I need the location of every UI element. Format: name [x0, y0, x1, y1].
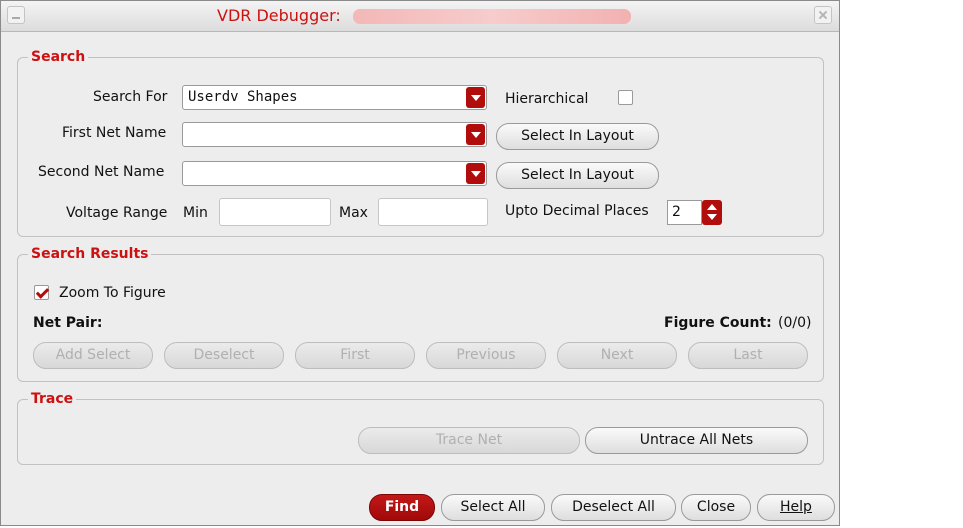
net-pair-label: Net Pair:	[33, 315, 103, 331]
deselect-all-button[interactable]: Deselect All	[551, 494, 676, 521]
min-label: Min	[183, 205, 208, 221]
find-button[interactable]: Find	[369, 494, 435, 521]
redacted-title-region	[353, 9, 631, 24]
dropdown-arrow-icon[interactable]	[466, 87, 485, 108]
hierarchical-label: Hierarchical	[505, 91, 589, 107]
previous-button[interactable]: Previous	[426, 342, 546, 369]
hierarchical-checkbox[interactable]	[618, 90, 633, 105]
first-net-label: First Net Name	[62, 125, 167, 141]
last-button[interactable]: Last	[688, 342, 808, 369]
untrace-all-nets-button[interactable]: Untrace All Nets	[585, 427, 808, 454]
second-net-select-in-layout-button[interactable]: Select In Layout	[496, 162, 659, 189]
second-net-label: Second Net Name	[38, 164, 165, 180]
min-voltage-input[interactable]	[219, 198, 331, 226]
add-select-button[interactable]: Add Select	[33, 342, 153, 369]
search-for-combo[interactable]: Userdv Shapes	[182, 85, 487, 110]
second-net-combo[interactable]	[182, 161, 487, 186]
select-all-button[interactable]: Select All	[441, 494, 545, 521]
search-for-label: Search For	[93, 89, 168, 105]
decimal-places-label: Upto Decimal Places	[505, 203, 649, 219]
trace-legend: Trace	[28, 390, 77, 408]
vdr-debugger-window: VDR Debugger: Search Search For Userdv S…	[0, 0, 840, 526]
max-voltage-input[interactable]	[378, 198, 488, 226]
dropdown-arrow-icon[interactable]	[466, 163, 485, 184]
first-button[interactable]: First	[295, 342, 415, 369]
title-bar[interactable]: VDR Debugger:	[1, 1, 839, 32]
minimize-icon[interactable]	[7, 6, 25, 24]
zoom-to-figure-label: Zoom To Figure	[59, 285, 166, 301]
spinner-arrows-icon[interactable]	[702, 200, 722, 225]
window-title: VDR Debugger:	[217, 6, 341, 25]
next-button[interactable]: Next	[557, 342, 677, 369]
close-window-icon[interactable]	[814, 6, 832, 24]
search-results-legend: Search Results	[28, 245, 152, 263]
figure-count-value: (0/0)	[778, 315, 812, 331]
first-net-combo[interactable]	[182, 122, 487, 147]
decimal-places-value: 2	[672, 204, 681, 220]
dropdown-arrow-icon[interactable]	[466, 124, 485, 145]
decimal-places-field[interactable]: 2	[667, 200, 702, 225]
search-legend: Search	[28, 48, 89, 66]
trace-net-button[interactable]: Trace Net	[358, 427, 580, 454]
search-for-value: Userdv Shapes	[188, 89, 298, 105]
voltage-range-label: Voltage Range	[66, 205, 168, 221]
max-label: Max	[339, 205, 368, 221]
help-button[interactable]: Help	[757, 494, 835, 521]
deselect-button[interactable]: Deselect	[164, 342, 284, 369]
figure-count-label: Figure Count:	[664, 315, 772, 331]
decimal-places-spinner[interactable]: 2	[667, 200, 723, 225]
close-button[interactable]: Close	[681, 494, 751, 521]
first-net-select-in-layout-button[interactable]: Select In Layout	[496, 123, 659, 150]
zoom-to-figure-checkbox[interactable]	[34, 285, 49, 300]
